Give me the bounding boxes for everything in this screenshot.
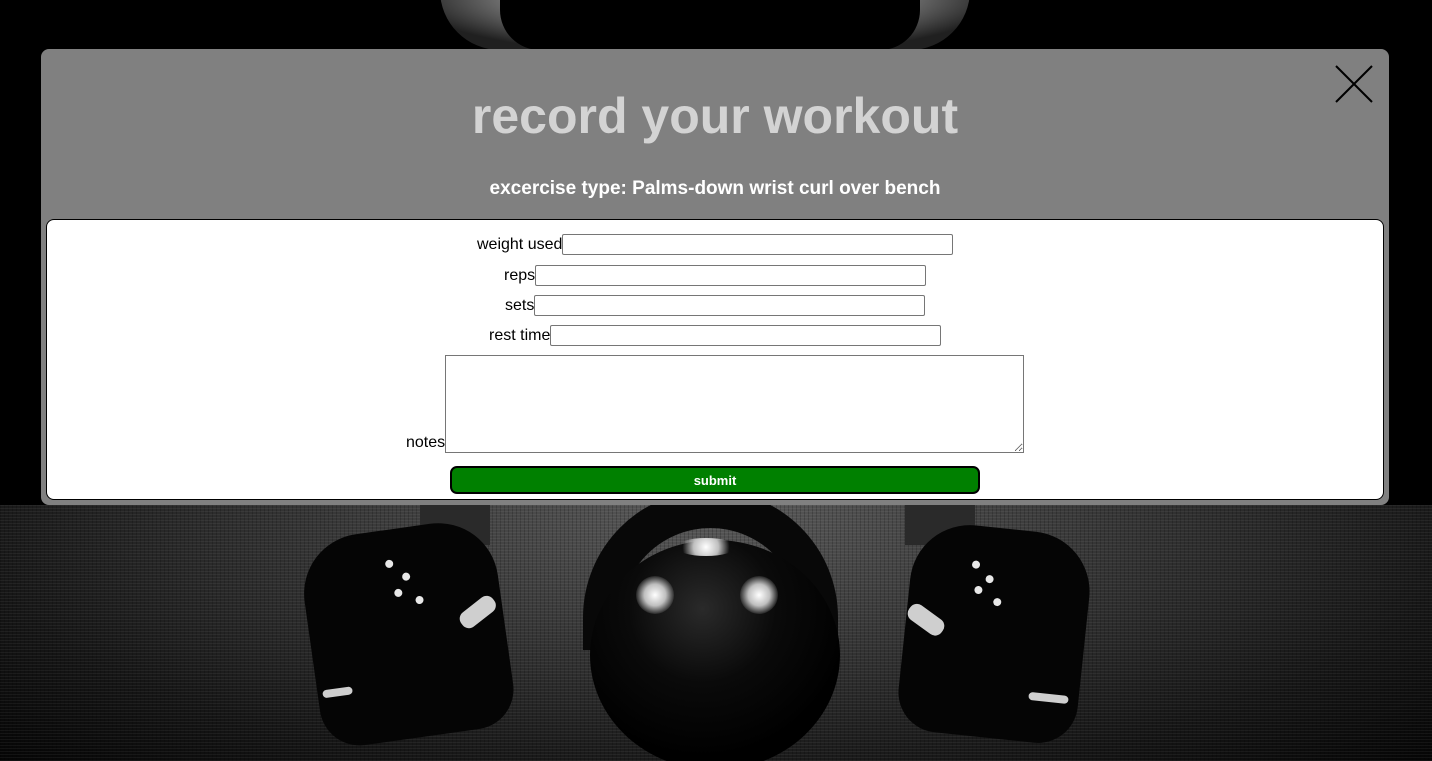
left-shoe (296, 515, 519, 751)
sets-input[interactable] (534, 295, 926, 316)
sets-row: sets (505, 295, 926, 316)
kettlebell (590, 540, 840, 761)
rest-time-label: rest time (489, 326, 551, 344)
reps-row: reps (504, 265, 927, 286)
modal-title: record your workout (471, 88, 959, 144)
reps-label: reps (504, 266, 536, 284)
record-workout-modal: record your workout excercise type: Palm… (41, 49, 1389, 505)
exercise-type-label: excercise type: Palms-down wrist curl ov… (489, 178, 941, 199)
notes-row: notes (406, 355, 1025, 453)
sets-label: sets (505, 296, 535, 314)
reps-input[interactable] (535, 265, 927, 286)
rest-time-row: rest time (489, 325, 942, 346)
right-shoe (894, 519, 1096, 747)
workout-form: weight used reps sets rest time notes su… (46, 219, 1384, 500)
weight-used-label: weight used (477, 235, 563, 253)
notes-textarea[interactable] (445, 355, 1025, 453)
weight-used-input[interactable] (562, 234, 954, 255)
submit-button[interactable]: submit (450, 466, 980, 494)
notes-label: notes (406, 434, 446, 451)
weight-used-row: weight used (477, 234, 954, 255)
rest-time-input[interactable] (550, 325, 942, 346)
